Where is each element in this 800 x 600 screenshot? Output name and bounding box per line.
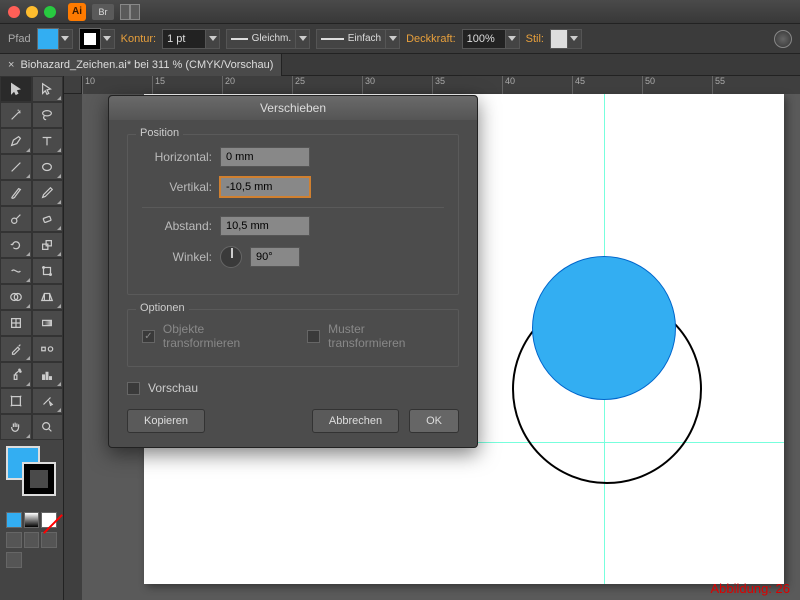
scale-tool[interactable] [32, 232, 64, 258]
perspective-grid-tool[interactable] [32, 284, 64, 310]
blend-tool[interactable] [32, 336, 64, 362]
options-group: Optionen Objekte transformieren Muster t… [127, 309, 459, 367]
document-tab[interactable]: × Biohazard_Zeichen.ai* bei 311 % (CMYK/… [0, 54, 282, 76]
ruler-corner [64, 76, 82, 94]
draw-mode-row [0, 532, 63, 548]
close-tab-icon[interactable]: × [8, 59, 14, 71]
draw-inside[interactable] [41, 532, 57, 548]
style-dropdown[interactable] [550, 29, 582, 49]
type-tool[interactable] [32, 128, 64, 154]
shape-builder-tool[interactable] [0, 284, 32, 310]
cancel-button[interactable]: Abbrechen [312, 409, 399, 433]
fill-swatch[interactable] [37, 28, 73, 50]
mesh-tool[interactable] [0, 310, 32, 336]
move-dialog: Verschieben Position Horizontal: Vertika… [108, 95, 478, 448]
eraser-tool[interactable] [32, 206, 64, 232]
stroke-dash-dropdown[interactable]: Einfach [316, 29, 400, 49]
ruler-horizontal[interactable]: 10152025303540455055 [82, 76, 800, 94]
pencil-tool[interactable] [32, 180, 64, 206]
screen-mode[interactable] [6, 552, 22, 568]
minimize-button[interactable] [26, 6, 38, 18]
dialog-title[interactable]: Verschieben [109, 96, 477, 120]
position-group: Position Horizontal: Vertikal: Abstand: … [127, 134, 459, 295]
magic-wand-tool[interactable] [0, 102, 32, 128]
ellipse-tool[interactable] [32, 154, 64, 180]
bridge-button[interactable]: Br [92, 4, 114, 20]
draw-behind[interactable] [24, 532, 40, 548]
app-logo-icon: Ai [68, 3, 86, 21]
hand-tool[interactable] [0, 414, 32, 440]
slice-tool[interactable] [32, 388, 64, 414]
artboard-tool[interactable] [0, 388, 32, 414]
gradient-tool[interactable] [32, 310, 64, 336]
copy-button[interactable]: Kopieren [127, 409, 205, 433]
direct-selection-tool[interactable] [32, 76, 64, 102]
document-tabbar: × Biohazard_Zeichen.ai* bei 311 % (CMYK/… [0, 54, 800, 76]
stroke-label: Kontur: [121, 33, 156, 45]
vertical-label: Vertikal: [142, 180, 212, 194]
ok-button[interactable]: OK [409, 409, 459, 433]
color-mode-none[interactable] [41, 512, 57, 528]
zoom-tool[interactable] [32, 414, 64, 440]
options-group-label: Optionen [136, 302, 189, 314]
eyedropper-tool[interactable] [0, 336, 32, 362]
blob-brush-tool[interactable] [0, 206, 32, 232]
lasso-tool[interactable] [32, 102, 64, 128]
angle-dial-icon[interactable] [220, 246, 242, 268]
workspace-switcher[interactable] [120, 4, 140, 20]
screen-mode-row [0, 552, 63, 568]
ruler-vertical[interactable] [64, 94, 82, 600]
opacity-label: Deckkraft: [406, 33, 456, 45]
stroke-weight-field[interactable]: 1 pt [162, 29, 220, 49]
selection-type-label: Pfad [8, 33, 31, 45]
recolor-icon[interactable] [774, 30, 792, 48]
color-mode-gradient[interactable] [24, 512, 40, 528]
horizontal-input[interactable] [220, 147, 310, 167]
selection-tool[interactable] [0, 76, 32, 102]
line-tool[interactable] [0, 154, 32, 180]
position-group-label: Position [136, 127, 183, 139]
column-graph-tool[interactable] [32, 362, 64, 388]
paintbrush-tool[interactable] [0, 180, 32, 206]
toolbar [0, 76, 64, 600]
symbol-sprayer-tool[interactable] [0, 362, 32, 388]
transform-patterns-checkbox[interactable] [307, 330, 320, 343]
figure-caption: Abbildung: 26 [710, 581, 790, 596]
preview-checkbox[interactable] [127, 382, 140, 395]
close-button[interactable] [8, 6, 20, 18]
distance-label: Abstand: [142, 219, 212, 233]
options-bar: Pfad Kontur: 1 pt Gleichm. Einfach Deckk… [0, 24, 800, 54]
color-mode-solid[interactable] [6, 512, 22, 528]
distance-input[interactable] [220, 216, 310, 236]
angle-input[interactable] [250, 247, 300, 267]
transform-patterns-label: Muster transformieren [328, 322, 444, 350]
style-label: Stil: [526, 33, 544, 45]
preview-label: Vorschau [148, 381, 198, 395]
transform-objects-label: Objekte transformieren [163, 322, 284, 350]
draw-normal[interactable] [6, 532, 22, 548]
horizontal-label: Horizontal: [142, 150, 212, 164]
transform-objects-checkbox[interactable] [142, 330, 155, 343]
rotate-tool[interactable] [0, 232, 32, 258]
free-transform-tool[interactable] [32, 258, 64, 284]
fill-stroke-control[interactable] [6, 446, 57, 506]
color-mode-row [0, 512, 63, 528]
stroke-swatch[interactable] [79, 28, 115, 50]
document-tab-label: Biohazard_Zeichen.ai* bei 311 % (CMYK/Vo… [20, 59, 273, 71]
maximize-button[interactable] [44, 6, 56, 18]
stroke-color-icon[interactable] [22, 462, 56, 496]
stroke-cap-dropdown[interactable]: Gleichm. [226, 29, 310, 49]
pen-tool[interactable] [0, 128, 32, 154]
window-titlebar: Ai Br [0, 0, 800, 24]
angle-label: Winkel: [142, 250, 212, 264]
circle-fill-object[interactable] [532, 256, 676, 400]
vertical-input[interactable] [220, 177, 310, 197]
opacity-field[interactable]: 100% [462, 29, 520, 49]
width-tool[interactable] [0, 258, 32, 284]
